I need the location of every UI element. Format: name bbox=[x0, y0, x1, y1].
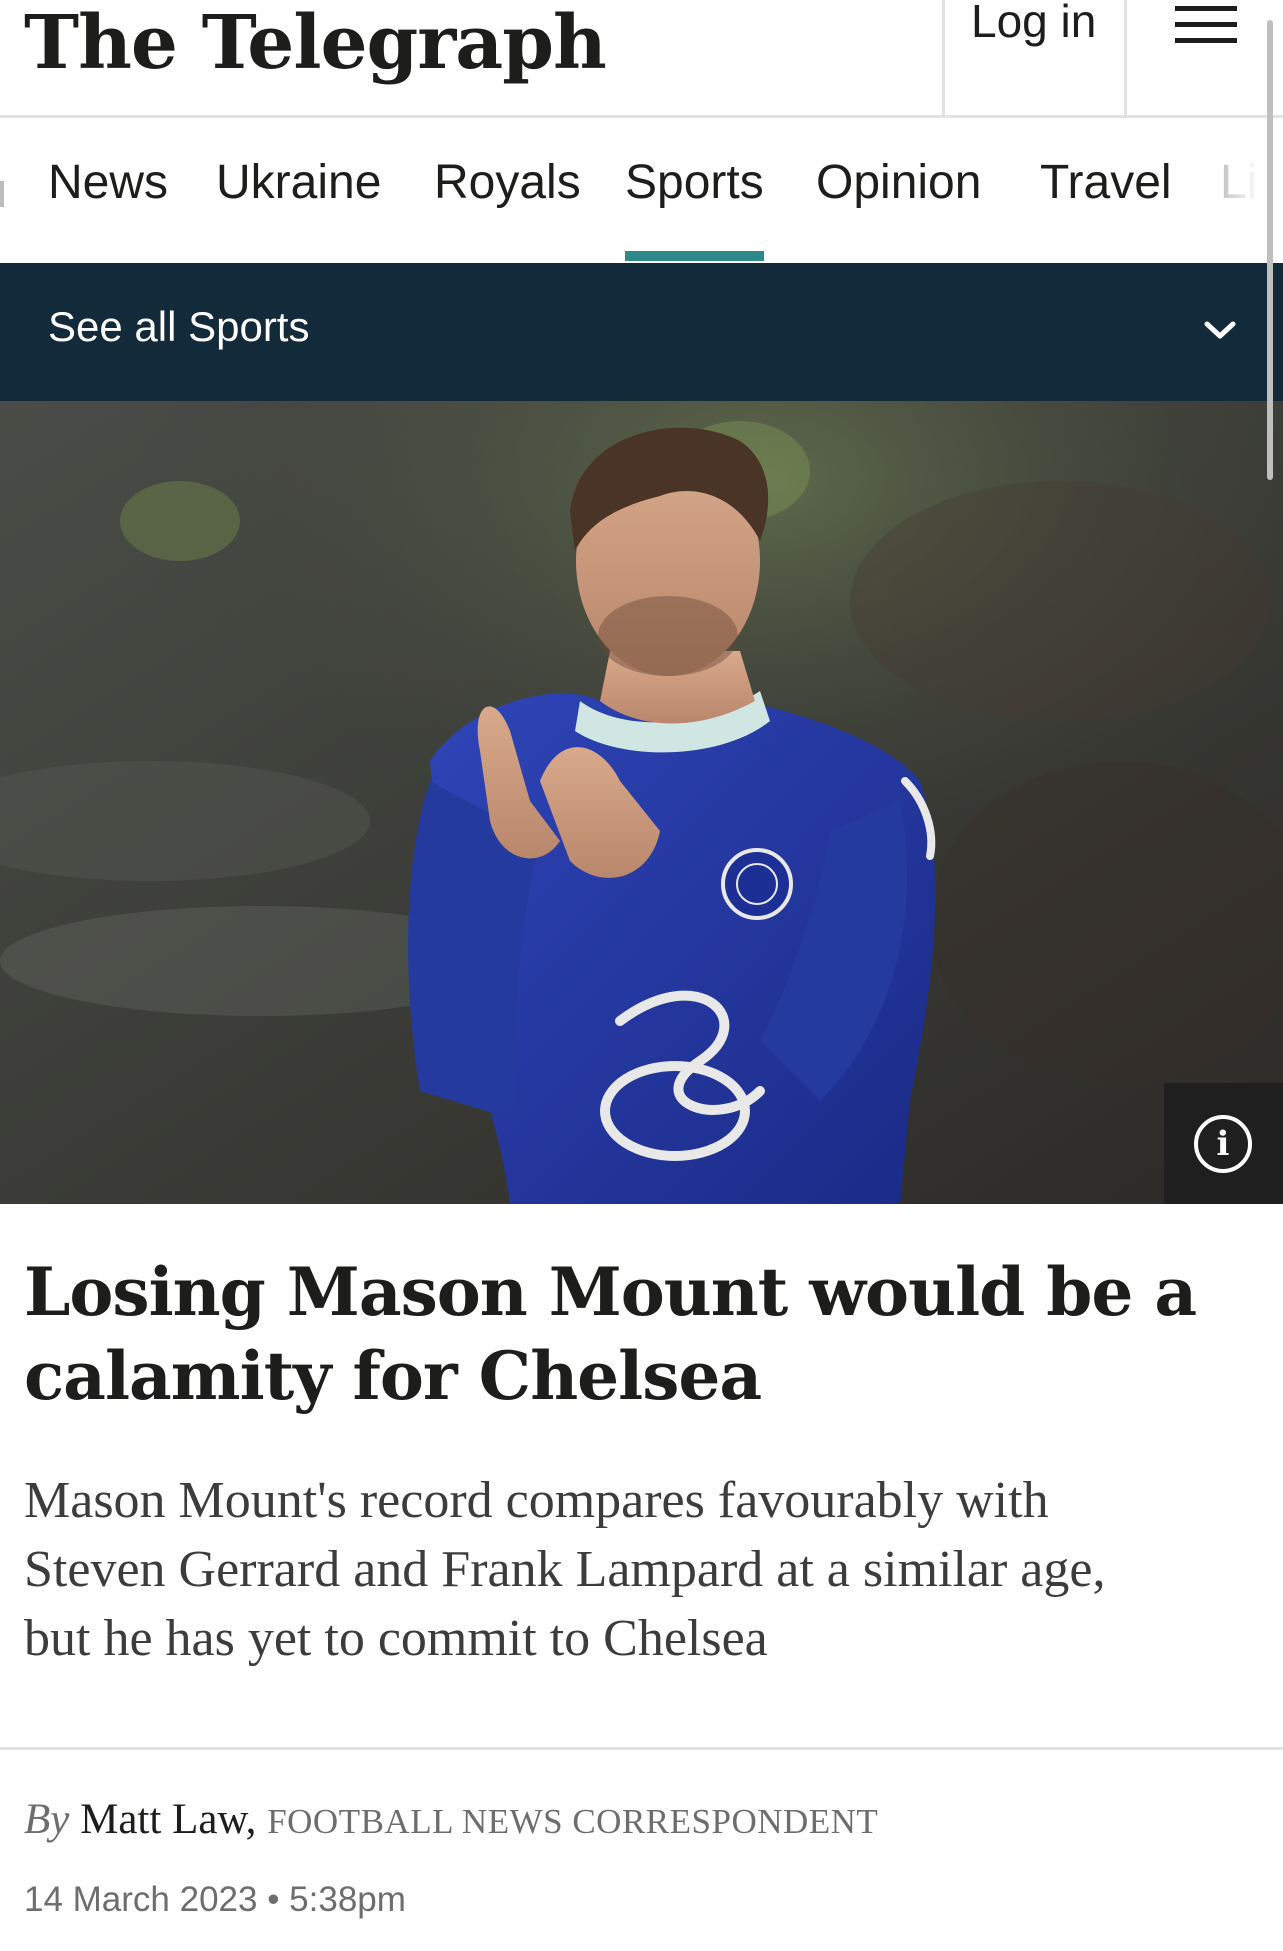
author-role: FOOTBALL NEWS CORRESPONDENT bbox=[267, 1802, 879, 1841]
publish-date: 14 March 2023 • 5:38pm bbox=[24, 1880, 406, 1919]
nav-item-ukraine[interactable]: Ukraine bbox=[216, 155, 381, 210]
article-headline: Losing Mason Mount would be a calamity f… bbox=[24, 1250, 1254, 1418]
byline: By Matt Law, FOOTBALL NEWS CORRESPONDENT bbox=[24, 1795, 878, 1844]
telegraph-logo[interactable]: The Telegraph bbox=[24, 6, 607, 80]
nav-scroll-edge bbox=[0, 181, 4, 207]
nav-item-travel[interactable]: Travel bbox=[1040, 155, 1172, 210]
login-button[interactable]: Log in bbox=[942, 0, 1127, 118]
info-icon: i bbox=[1194, 1115, 1252, 1173]
player-photo bbox=[0, 401, 1283, 1204]
byline-by: By bbox=[24, 1796, 70, 1843]
see-all-sports-label: See all Sports bbox=[48, 303, 310, 350]
standfirst-line-2: Steven Gerrard and Frank Lampard at a si… bbox=[24, 1541, 1106, 1598]
standfirst-line-1: Mason Mount's record compares favourably… bbox=[24, 1472, 1049, 1529]
see-all-sports-bar[interactable]: See all Sports bbox=[0, 263, 1283, 401]
hero-image bbox=[0, 401, 1283, 1204]
masthead: The Telegraph Log in bbox=[0, 0, 1283, 118]
nav-item-news[interactable]: News bbox=[48, 155, 168, 210]
nav-item-royals[interactable]: Royals bbox=[434, 155, 581, 210]
scrollbar[interactable] bbox=[1267, 20, 1273, 480]
nav-item-opinion[interactable]: Opinion bbox=[816, 155, 981, 210]
headline-line-1: Losing Mason Mount would be a bbox=[24, 1253, 1197, 1331]
standfirst-line-3: but he has yet to commit to Chelsea bbox=[24, 1610, 768, 1667]
headline-line-2: calamity for Chelsea bbox=[24, 1337, 762, 1415]
author-name[interactable]: Matt Law, bbox=[80, 1796, 256, 1843]
article-standfirst: Mason Mount's record compares favourably… bbox=[24, 1466, 1264, 1673]
chevron-down-icon[interactable] bbox=[1203, 318, 1237, 342]
login-label: Log in bbox=[971, 0, 1097, 47]
image-info-button[interactable]: i bbox=[1164, 1083, 1283, 1204]
section-nav: News Ukraine Royals Sports Opinion Trave… bbox=[0, 121, 1283, 263]
nav-item-sports[interactable]: Sports bbox=[625, 155, 764, 261]
byline-divider bbox=[0, 1747, 1283, 1750]
hamburger-menu-icon[interactable] bbox=[1175, 6, 1237, 52]
